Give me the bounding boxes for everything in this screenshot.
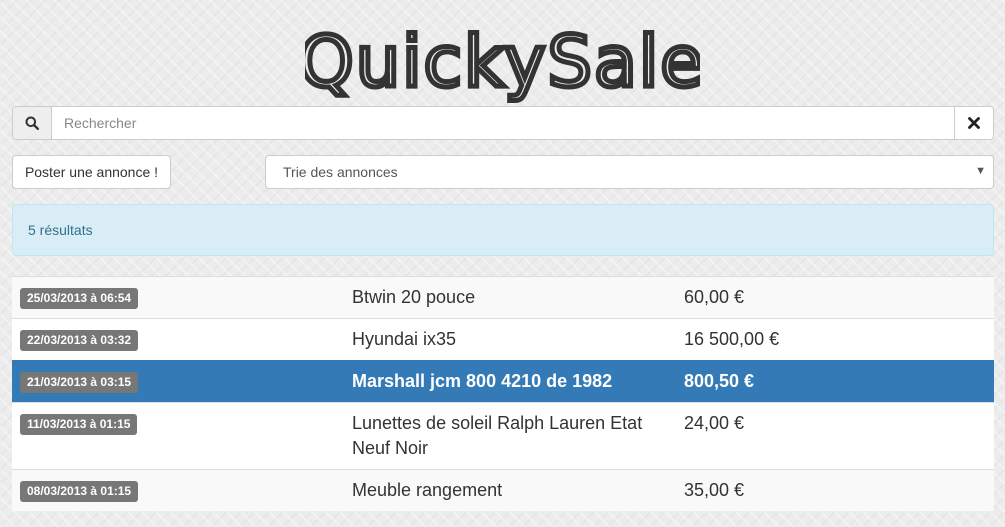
svg-text:QuickySale: QuickySale: [305, 22, 700, 103]
chevron-down-icon: ▼: [975, 165, 986, 177]
search-icon: [25, 116, 39, 130]
date-badge: 11/03/2013 à 01:15: [20, 414, 138, 435]
listing-title: Btwin 20 pouce: [352, 287, 476, 307]
search-bar: [12, 106, 994, 140]
date-cell: 08/03/2013 à 01:15: [12, 470, 352, 502]
date-cell: 22/03/2013 à 03:32: [12, 319, 352, 351]
table-row[interactable]: 25/03/2013 à 06:54 Btwin 20 pouce 60,00 …: [12, 276, 994, 318]
listing-title: Hyundai ix35: [352, 329, 457, 349]
close-icon: [968, 117, 980, 129]
date-badge: 25/03/2013 à 06:54: [20, 288, 139, 309]
date-cell: 25/03/2013 à 06:54: [12, 277, 352, 309]
listing-price: 800,50 €: [684, 371, 755, 391]
listing-title: Lunettes de soleil Ralph Lauren Etat Neu…: [352, 413, 643, 458]
quickysale-logo: QuickySale: [305, 22, 700, 104]
table-row[interactable]: 08/03/2013 à 01:15 Meuble rangement 35,0…: [12, 469, 994, 511]
search-input[interactable]: [52, 107, 954, 139]
sort-select[interactable]: Trie des annonces ▼: [265, 155, 994, 189]
table-row-selected[interactable]: 21/03/2013 à 03:15 Marshall jcm 800 4210…: [12, 360, 994, 402]
listing-price: 24,00 €: [684, 413, 745, 433]
listing-title: Meuble rangement: [352, 480, 503, 500]
results-count: 5 résultats: [28, 222, 93, 238]
listing-price: 60,00 €: [684, 287, 745, 307]
table-row[interactable]: 11/03/2013 à 01:15 Lunettes de soleil Ra…: [12, 402, 994, 469]
date-badge: 21/03/2013 à 03:15: [20, 372, 139, 393]
results-count-alert: 5 résultats: [12, 204, 994, 256]
date-badge: 22/03/2013 à 03:32: [20, 330, 139, 351]
listing-title: Marshall jcm 800 4210 de 1982: [352, 371, 613, 391]
date-cell: 21/03/2013 à 03:15: [12, 361, 352, 393]
post-listing-button[interactable]: Poster une annonce !: [12, 155, 171, 189]
table-row[interactable]: 22/03/2013 à 03:32 Hyundai ix35 16 500,0…: [12, 318, 994, 360]
listing-table: 25/03/2013 à 06:54 Btwin 20 pouce 60,00 …: [12, 276, 994, 511]
date-cell: 11/03/2013 à 01:15: [12, 403, 352, 435]
date-badge: 08/03/2013 à 01:15: [20, 481, 139, 502]
clear-search-button[interactable]: [954, 107, 993, 139]
listing-price: 16 500,00 €: [684, 329, 780, 349]
sort-select-value: Trie des annonces: [283, 164, 398, 180]
listing-price: 35,00 €: [684, 480, 745, 500]
site-logo: QuickySale: [0, 22, 1005, 109]
search-addon: [13, 107, 52, 139]
